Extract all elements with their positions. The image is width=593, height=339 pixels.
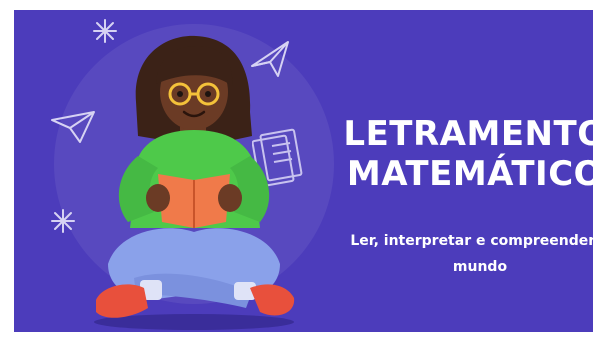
subtitle-line: Ler, interpretar e compreender o — [350, 233, 593, 249]
reading-girl-illustration — [94, 35, 295, 330]
title-line: LETRAMENTO — [343, 114, 593, 154]
subtitle: Ler, interpretar e compreender o mundo — [330, 228, 593, 280]
subtitle-line: mundo — [452, 259, 508, 275]
page-title: LETRAMENTO MATEMÁTICO — [340, 114, 593, 194]
sparkle-icon — [51, 209, 75, 233]
banner: LETRAMENTO MATEMÁTICO Ler, interpretar e… — [14, 10, 593, 332]
title-line: MATEMÁTICO — [346, 154, 593, 194]
